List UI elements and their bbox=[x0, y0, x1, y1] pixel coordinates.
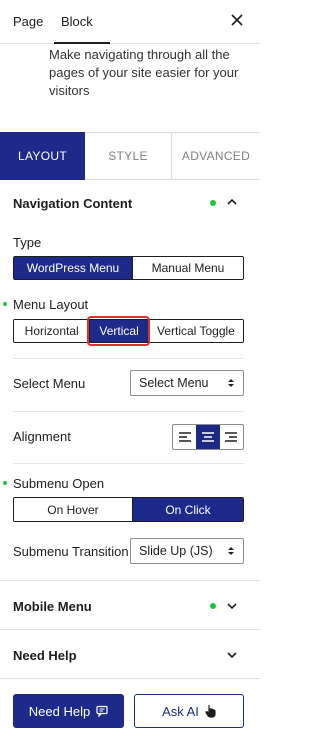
submenu-open-label: Submenu Open bbox=[13, 476, 105, 491]
sidebar-header: Page Block bbox=[0, 0, 260, 44]
tab-block[interactable]: Block bbox=[61, 14, 93, 29]
tab-layout[interactable]: LAYOUT bbox=[0, 132, 85, 180]
tab-advanced[interactable]: ADVANCED bbox=[172, 132, 260, 179]
chevron-down-icon[interactable] bbox=[226, 649, 238, 661]
ask-ai-button[interactable]: Ask AI bbox=[134, 694, 244, 728]
mobile-menu-title[interactable]: Mobile Menu bbox=[13, 599, 92, 614]
need-help-button[interactable]: Need Help bbox=[13, 694, 124, 728]
updown-arrows-icon bbox=[228, 379, 234, 387]
panel-tabs: LAYOUT STYLE ADVANCED bbox=[0, 132, 260, 180]
navigation-content-title[interactable]: Navigation Content bbox=[13, 196, 132, 211]
submenu-on-hover[interactable]: On Hover bbox=[14, 498, 133, 521]
close-icon[interactable] bbox=[228, 11, 246, 29]
type-manual-menu[interactable]: Manual Menu bbox=[132, 257, 243, 279]
hand-pointer-icon bbox=[205, 705, 216, 718]
layout-horizontal[interactable]: Horizontal bbox=[14, 320, 91, 342]
menu-layout-label: Menu Layout bbox=[13, 297, 89, 312]
submenu-open-toggle: On Hover On Click bbox=[13, 497, 244, 522]
align-center-button[interactable] bbox=[196, 425, 220, 449]
submenu-transition-value: Slide Up (JS) bbox=[139, 544, 213, 558]
modified-dot bbox=[210, 603, 216, 609]
ask-ai-button-label: Ask AI bbox=[162, 703, 199, 719]
chat-icon bbox=[96, 705, 108, 717]
tab-page[interactable]: Page bbox=[13, 14, 43, 29]
layout-vertical-toggle[interactable]: Vertical Toggle bbox=[148, 320, 243, 342]
modified-dot bbox=[3, 302, 7, 306]
alignment-label: Alignment bbox=[13, 429, 71, 444]
align-left-icon bbox=[178, 432, 191, 442]
align-center-icon bbox=[201, 432, 214, 442]
active-tab-indicator bbox=[54, 42, 110, 44]
need-help-title[interactable]: Need Help bbox=[13, 648, 77, 663]
align-left-button[interactable] bbox=[173, 425, 196, 449]
divider bbox=[13, 463, 244, 464]
select-menu-dropdown[interactable]: Select Menu bbox=[130, 370, 244, 396]
submenu-transition-label: Submenu Transition bbox=[13, 544, 129, 559]
divider bbox=[0, 580, 260, 581]
align-right-icon bbox=[225, 432, 238, 442]
type-label: Type bbox=[13, 235, 42, 250]
chevron-down-icon[interactable] bbox=[226, 600, 238, 612]
align-right-button[interactable] bbox=[220, 425, 243, 449]
modified-dot bbox=[3, 481, 7, 485]
modified-dot bbox=[210, 200, 216, 206]
tab-style[interactable]: STYLE bbox=[85, 132, 172, 179]
highlight-box bbox=[87, 316, 150, 346]
updown-arrows-icon bbox=[228, 547, 234, 555]
divider bbox=[0, 678, 260, 679]
divider bbox=[13, 358, 244, 359]
select-menu-label: Select Menu bbox=[13, 376, 86, 391]
submenu-transition-dropdown[interactable]: Slide Up (JS) bbox=[130, 538, 244, 564]
select-menu-value: Select Menu bbox=[139, 376, 209, 390]
divider bbox=[0, 629, 260, 630]
chevron-up-icon[interactable] bbox=[226, 196, 238, 208]
divider bbox=[13, 411, 244, 412]
type-toggle: WordPress Menu Manual Menu bbox=[13, 256, 244, 280]
submenu-on-click[interactable]: On Click bbox=[132, 498, 243, 521]
need-help-button-label: Need Help bbox=[28, 703, 91, 719]
type-wordpress-menu[interactable]: WordPress Menu bbox=[14, 257, 133, 279]
block-description: Make navigating through all the pages of… bbox=[49, 47, 239, 98]
alignment-buttons bbox=[172, 424, 244, 450]
